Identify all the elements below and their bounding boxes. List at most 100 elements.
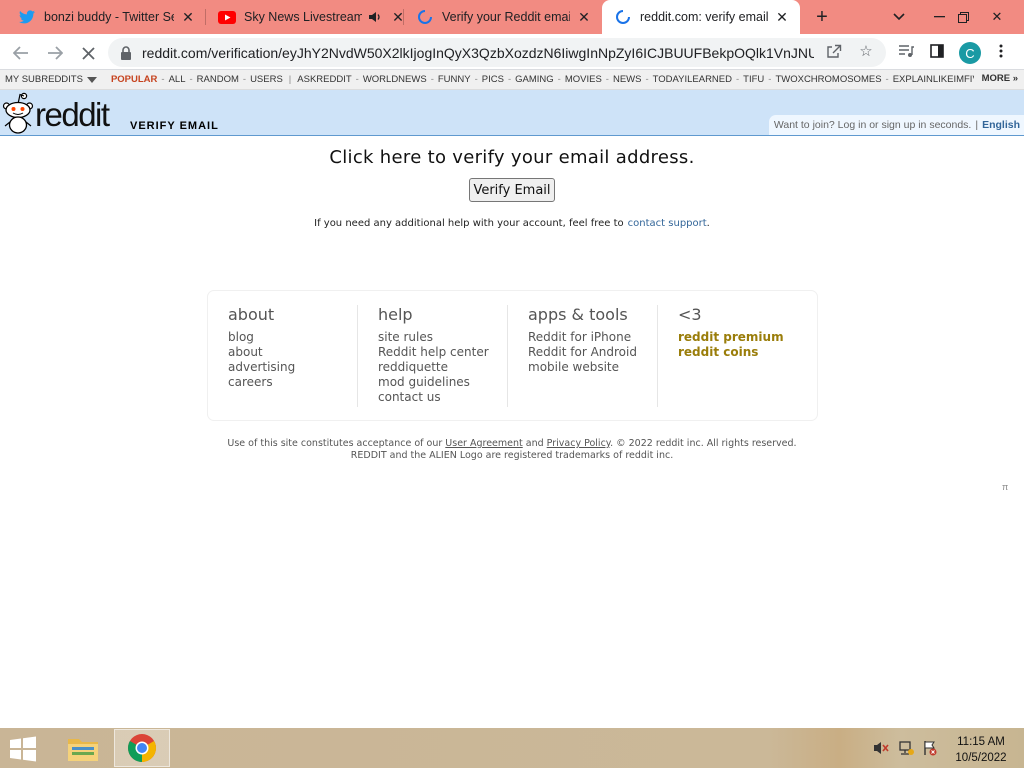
sr-link-worldnews[interactable]: WORLDNEWS bbox=[363, 74, 427, 85]
footer-link-blog[interactable]: blog bbox=[228, 330, 357, 345]
verify-email-button[interactable]: Verify Email bbox=[469, 178, 555, 202]
footer-link-mod-guidelines[interactable]: mod guidelines bbox=[378, 375, 507, 390]
youtube-icon bbox=[218, 8, 236, 26]
separator: - bbox=[768, 74, 772, 85]
my-subreddits-dropdown[interactable]: MY SUBREDDITS bbox=[0, 74, 111, 85]
tab-search-chevron-icon[interactable] bbox=[882, 0, 916, 34]
taskbar-file-explorer[interactable] bbox=[55, 729, 111, 767]
forward-arrow-icon[interactable] bbox=[42, 40, 68, 66]
close-tab-icon[interactable]: ✕ bbox=[576, 9, 592, 25]
footer-link-site-rules[interactable]: site rules bbox=[378, 330, 507, 345]
loading-spinner-icon bbox=[614, 8, 632, 26]
sr-link-users[interactable]: USERS bbox=[250, 74, 283, 85]
footer-column-about: about blog about advertising careers bbox=[208, 305, 358, 407]
sr-link-gaming[interactable]: GAMING bbox=[515, 74, 554, 85]
sr-link-pics[interactable]: PICS bbox=[482, 74, 504, 85]
media-control-icon[interactable] bbox=[895, 40, 917, 62]
pi-easter-egg-link[interactable]: π bbox=[1002, 482, 1008, 492]
browser-tab-strip: bonzi buddy - Twitter Se ✕ Sky News Live… bbox=[0, 0, 1024, 34]
back-arrow-icon[interactable] bbox=[8, 40, 34, 66]
footer-link-help-center[interactable]: Reddit help center bbox=[378, 345, 507, 360]
bookmark-star-icon[interactable]: ☆ bbox=[855, 40, 877, 62]
windows-taskbar bbox=[0, 728, 1024, 768]
legal-and: and bbox=[525, 438, 544, 449]
footer-column-apps: apps & tools Reddit for iPhone Reddit fo… bbox=[508, 305, 658, 407]
side-panel-icon[interactable] bbox=[926, 40, 948, 62]
taskbar-clock[interactable]: 11:15 AM 10/5/2022 bbox=[946, 734, 1016, 766]
url-text[interactable]: reddit.com/verification/eyJhY2NvdW50X2lk… bbox=[142, 45, 814, 61]
tab-reddit-verify-email[interactable]: reddit.com: verify email ✕ bbox=[602, 0, 800, 34]
tab-twitter[interactable]: bonzi buddy - Twitter Se ✕ bbox=[0, 0, 206, 34]
legal-suffix: . © 2022 reddit inc. All rights reserved… bbox=[610, 438, 797, 449]
reddit-wordmark[interactable]: reddit bbox=[35, 98, 110, 132]
help-period: . bbox=[706, 218, 710, 229]
separator: | bbox=[288, 74, 292, 85]
user-agreement-link[interactable]: User Agreement bbox=[445, 438, 522, 449]
reddit-header: reddit VERIFY EMAIL Want to join? Log in… bbox=[0, 90, 1024, 136]
clock-date: 10/5/2022 bbox=[955, 752, 1007, 764]
my-subreddits-label: MY SUBREDDITS bbox=[5, 74, 83, 85]
sr-link-explainlikeimfive[interactable]: EXPLAINLIKEIMFIVE bbox=[893, 74, 985, 85]
sr-link-tifu[interactable]: TIFU bbox=[743, 74, 764, 85]
tab-title: Verify your Reddit email bbox=[442, 10, 570, 24]
sr-link-movies[interactable]: MOVIES bbox=[565, 74, 602, 85]
footer-link-advertising[interactable]: advertising bbox=[228, 360, 357, 375]
network-icon[interactable] bbox=[898, 740, 914, 756]
tab-sky-news[interactable]: Sky News Livestream ✕ bbox=[206, 0, 404, 34]
address-bar[interactable]: reddit.com/verification/eyJhY2NvdW50X2lk… bbox=[108, 38, 886, 67]
sr-link-popular[interactable]: POPULAR bbox=[111, 74, 157, 85]
separator: | bbox=[975, 119, 979, 131]
footer-link-iphone[interactable]: Reddit for iPhone bbox=[528, 330, 657, 345]
footer-link-careers[interactable]: careers bbox=[228, 375, 357, 390]
share-icon[interactable] bbox=[823, 40, 845, 62]
sr-link-todayilearned[interactable]: TODAYILEARNED bbox=[653, 74, 732, 85]
sr-link-random[interactable]: RANDOM bbox=[197, 74, 239, 85]
loading-spinner-icon bbox=[416, 8, 434, 26]
kebab-menu-icon[interactable] bbox=[990, 40, 1012, 62]
footer-link-contact-us[interactable]: contact us bbox=[378, 390, 507, 405]
sr-link-all[interactable]: ALL bbox=[169, 74, 186, 85]
footer-link-reddiquette[interactable]: reddiquette bbox=[378, 360, 507, 375]
footer-link-reddit-premium[interactable]: reddit premium bbox=[678, 330, 808, 345]
close-window-icon[interactable]: ✕ bbox=[980, 0, 1014, 34]
clock-time: 11:15 AM bbox=[957, 736, 1005, 748]
more-subreddits-link[interactable]: MORE » bbox=[973, 70, 1024, 89]
contact-support-link[interactable]: contact support bbox=[624, 218, 707, 229]
lock-icon[interactable] bbox=[120, 45, 134, 60]
footer-link-android[interactable]: Reddit for Android bbox=[528, 345, 657, 360]
trademark-text: REDDIT and the ALIEN Logo are registered… bbox=[350, 450, 674, 461]
profile-avatar[interactable]: C bbox=[959, 42, 981, 64]
new-tab-button[interactable]: + bbox=[810, 5, 834, 29]
footer-link-reddit-coins[interactable]: reddit coins bbox=[678, 345, 808, 360]
user-login-box: Want to join? Log in or sign up in secon… bbox=[768, 115, 1024, 135]
footer-link-about[interactable]: about bbox=[228, 345, 357, 360]
help-text: If you need any additional help with you… bbox=[0, 218, 1024, 229]
separator: - bbox=[430, 74, 434, 85]
privacy-policy-link[interactable]: Privacy Policy bbox=[547, 438, 610, 449]
tab-verify-reddit-email[interactable]: Verify your Reddit email ✕ bbox=[404, 0, 602, 34]
close-tab-icon[interactable]: ✕ bbox=[774, 9, 790, 25]
sr-link-news[interactable]: NEWS bbox=[613, 74, 642, 85]
separator: - bbox=[736, 74, 740, 85]
footer-heading: <3 bbox=[678, 305, 702, 324]
language-selector[interactable]: English bbox=[982, 119, 1020, 131]
stop-loading-icon[interactable] bbox=[75, 40, 101, 66]
speaker-muted-icon[interactable] bbox=[873, 740, 889, 756]
help-message: If you need any additional help with you… bbox=[314, 218, 624, 229]
action-center-flag-icon[interactable] bbox=[922, 740, 938, 756]
footer-link-mobile-website[interactable]: mobile website bbox=[528, 360, 657, 375]
subreddit-bar: MY SUBREDDITS POPULAR - ALL - RANDOM - U… bbox=[0, 70, 1024, 90]
speaker-icon[interactable] bbox=[366, 8, 384, 26]
login-signup-link[interactable]: Want to join? Log in or sign up in secon… bbox=[774, 119, 971, 131]
folder-icon bbox=[68, 739, 98, 761]
legal-line-1: Use of this site constitutes acceptance … bbox=[0, 438, 1024, 450]
reddit-alien-logo[interactable] bbox=[2, 92, 34, 134]
taskbar-chrome[interactable] bbox=[114, 729, 170, 767]
sr-link-twoxchromosomes[interactable]: TWOXCHROMOSOMES bbox=[775, 74, 881, 85]
close-tab-icon[interactable]: ✕ bbox=[180, 9, 196, 25]
restore-icon[interactable] bbox=[946, 0, 980, 34]
separator: - bbox=[557, 74, 561, 85]
sr-link-askreddit[interactable]: ASKREDDIT bbox=[297, 74, 351, 85]
sr-link-funny[interactable]: FUNNY bbox=[438, 74, 471, 85]
windows-start-icon[interactable] bbox=[8, 736, 38, 762]
